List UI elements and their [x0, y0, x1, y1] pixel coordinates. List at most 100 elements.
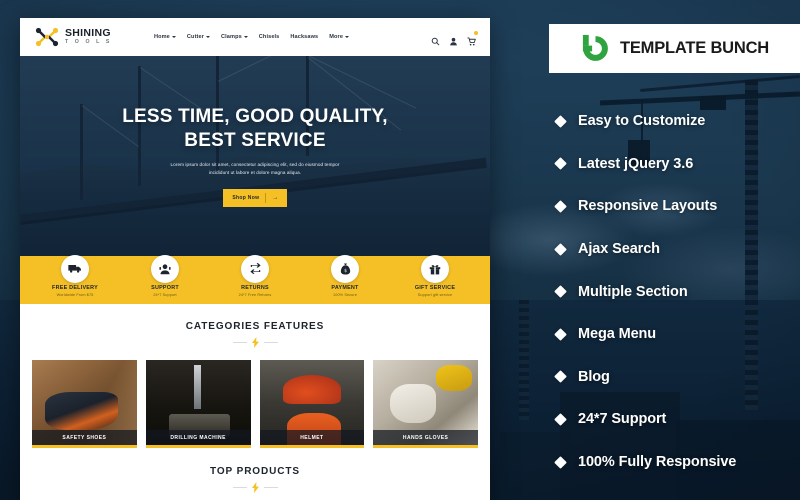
template-bunch-brand-bar: TEMPLATE BUNCH — [549, 24, 800, 73]
service-desc: Worldwide From $75 — [56, 293, 94, 297]
site-logo[interactable]: SHINING T O O L S — [34, 26, 112, 48]
feature-label: Multiple Section — [578, 283, 688, 300]
hero-content: LESS TIME, GOOD QUALITY, BEST SERVICE Lo… — [20, 56, 490, 256]
feature-label: 100% Fully Responsive — [578, 454, 737, 471]
hero-title-line-1: LESS TIME, GOOD QUALITY, — [122, 106, 388, 128]
section-divider — [20, 482, 490, 493]
hero-title: LESS TIME, GOOD QUALITY, BEST SERVICE — [122, 105, 388, 151]
diamond-bullet-icon — [554, 157, 567, 171]
service-title: FREE DELIVERY — [52, 284, 98, 291]
website-preview-mockup: SHINING T O O L S Home Cutter Clamps Chi… — [20, 18, 490, 500]
feature-list: Easy to Customize Latest jQuery 3.6 Resp… — [554, 100, 800, 484]
brand-name: TEMPLATE BUNCH — [619, 39, 770, 57]
feature-label: 24*7 Support — [578, 411, 667, 428]
nav-item-clamps[interactable]: Clamps — [221, 34, 248, 40]
categories-section-header: CATEGORIES FEATURES — [20, 304, 490, 348]
service-payment[interactable]: $ PAYMENT 100% Secure — [300, 254, 390, 297]
category-card-drilling-machine[interactable]: DRILLING MACHINE — [145, 360, 251, 448]
service-desc: Support gift service — [417, 293, 453, 297]
hero-subtitle-line-2: incididunt ut labore et dolore magna ali… — [208, 170, 302, 176]
categories-title: CATEGORIES FEATURES — [185, 321, 325, 332]
top-products-title: TOP PRODUCTS — [210, 466, 300, 477]
chain-tool-icon — [34, 26, 60, 48]
nav-label: Hacksaws — [290, 34, 319, 40]
section-divider — [20, 337, 490, 348]
nav-item-home[interactable]: Home — [154, 34, 176, 40]
diamond-bullet-icon — [554, 327, 567, 341]
diamond-bullet-icon — [554, 455, 567, 469]
chevron-down-icon — [171, 36, 176, 38]
category-card-hands-gloves[interactable]: HANDS GLOVES — [373, 360, 478, 448]
divider-line-right — [263, 486, 278, 489]
nav-label: Chisels — [258, 34, 280, 40]
service-free-delivery[interactable]: FREE DELIVERY Worldwide From $75 — [30, 254, 120, 297]
category-label: HANDS GLOVES — [373, 430, 478, 445]
category-label: HELMET — [259, 430, 365, 445]
chevron-down-icon — [345, 36, 350, 38]
shopping-cart-icon[interactable] — [467, 30, 478, 45]
feature-item-blog: Blog — [554, 356, 800, 399]
diamond-bullet-icon — [554, 370, 567, 384]
nav-item-cutter[interactable]: Cutter — [187, 34, 210, 40]
header-icon-group — [431, 30, 478, 45]
main-navigation: Home Cutter Clamps Chisels Hacksaws More — [154, 34, 350, 40]
nav-label: Clamps — [220, 34, 242, 40]
nav-item-hacksaws[interactable]: Hacksaws — [290, 34, 318, 40]
diamond-bullet-icon — [554, 285, 567, 299]
nav-item-more[interactable]: More — [329, 34, 350, 40]
feature-label: Blog — [578, 368, 610, 385]
service-title: GIFT SERVICE — [414, 284, 456, 291]
gift-box-icon — [421, 254, 449, 283]
feature-label: Ajax Search — [578, 241, 660, 258]
feature-item-responsive-layouts: Responsive Layouts — [554, 185, 800, 228]
diamond-bullet-icon — [554, 242, 567, 256]
lightning-bolt-icon — [251, 337, 259, 348]
arrow-right-icon: → — [272, 194, 279, 201]
feature-item-fully-responsive: 100% Fully Responsive — [554, 441, 800, 484]
user-account-icon[interactable] — [449, 33, 458, 45]
headset-support-icon — [151, 254, 179, 283]
diamond-bullet-icon — [554, 200, 567, 213]
feature-label: Easy to Customize — [578, 113, 706, 130]
service-title: PAYMENT — [331, 284, 359, 291]
shop-now-button[interactable]: Shop Now → — [223, 188, 287, 207]
feature-label: Latest jQuery 3.6 — [578, 155, 694, 172]
feature-item-mega-menu: Mega Menu — [554, 313, 800, 356]
service-returns[interactable]: RETURNS 24*7 Free Returns — [210, 254, 300, 297]
return-arrows-icon — [241, 254, 269, 283]
divider-line-left — [232, 486, 247, 489]
divider-line-right — [263, 341, 278, 344]
svg-text:$: $ — [344, 268, 347, 274]
service-desc: 100% Secure — [333, 293, 357, 297]
category-label: SAFETY SHOES — [32, 430, 137, 445]
feature-label: Responsive Layouts — [578, 198, 718, 215]
site-header: SHINING T O O L S Home Cutter Clamps Chi… — [20, 18, 490, 56]
template-bunch-logo — [580, 33, 611, 64]
logo-subtitle: T O O L S — [65, 39, 112, 46]
diamond-bullet-icon — [554, 114, 567, 128]
feature-item-support: 24*7 Support — [554, 398, 800, 441]
feature-item-latest-jquery: Latest jQuery 3.6 — [554, 143, 800, 186]
delivery-truck-icon — [61, 254, 89, 283]
category-card-safety-shoes[interactable]: SAFETY SHOES — [32, 360, 137, 448]
chevron-down-icon — [205, 36, 210, 38]
top-products-section-header: TOP PRODUCTS Latest Featured Bestseller … — [20, 448, 490, 500]
service-support[interactable]: SUPPORT 24*7 Support — [120, 254, 210, 297]
money-bag-icon: $ — [331, 254, 359, 283]
service-desc: 24*7 Support — [153, 293, 177, 297]
hero-banner: LESS TIME, GOOD QUALITY, BEST SERVICE Lo… — [20, 56, 490, 256]
hero-subtitle: Lorem ipsum dolor sit amet, consectetur … — [171, 161, 340, 178]
hero-subtitle-line-1: Lorem ipsum dolor sit amet, consectetur … — [170, 161, 340, 167]
chevron-down-icon — [243, 36, 248, 38]
feature-label: Mega Menu — [578, 326, 657, 343]
service-features-bar: FREE DELIVERY Worldwide From $75 SUPPORT… — [20, 254, 490, 304]
service-gift[interactable]: GIFT SERVICE Support gift service — [390, 254, 480, 297]
search-icon[interactable] — [431, 33, 440, 45]
category-card-helmet[interactable]: HELMET — [259, 360, 365, 448]
nav-item-chisels[interactable]: Chisels — [259, 34, 280, 40]
feature-item-easy-to-customize: Easy to Customize — [554, 100, 800, 143]
category-label: DRILLING MACHINE — [145, 430, 251, 445]
hero-title-line-2: BEST SERVICE — [184, 129, 326, 151]
divider-line-left — [232, 341, 247, 344]
nav-label: Cutter — [186, 34, 204, 40]
